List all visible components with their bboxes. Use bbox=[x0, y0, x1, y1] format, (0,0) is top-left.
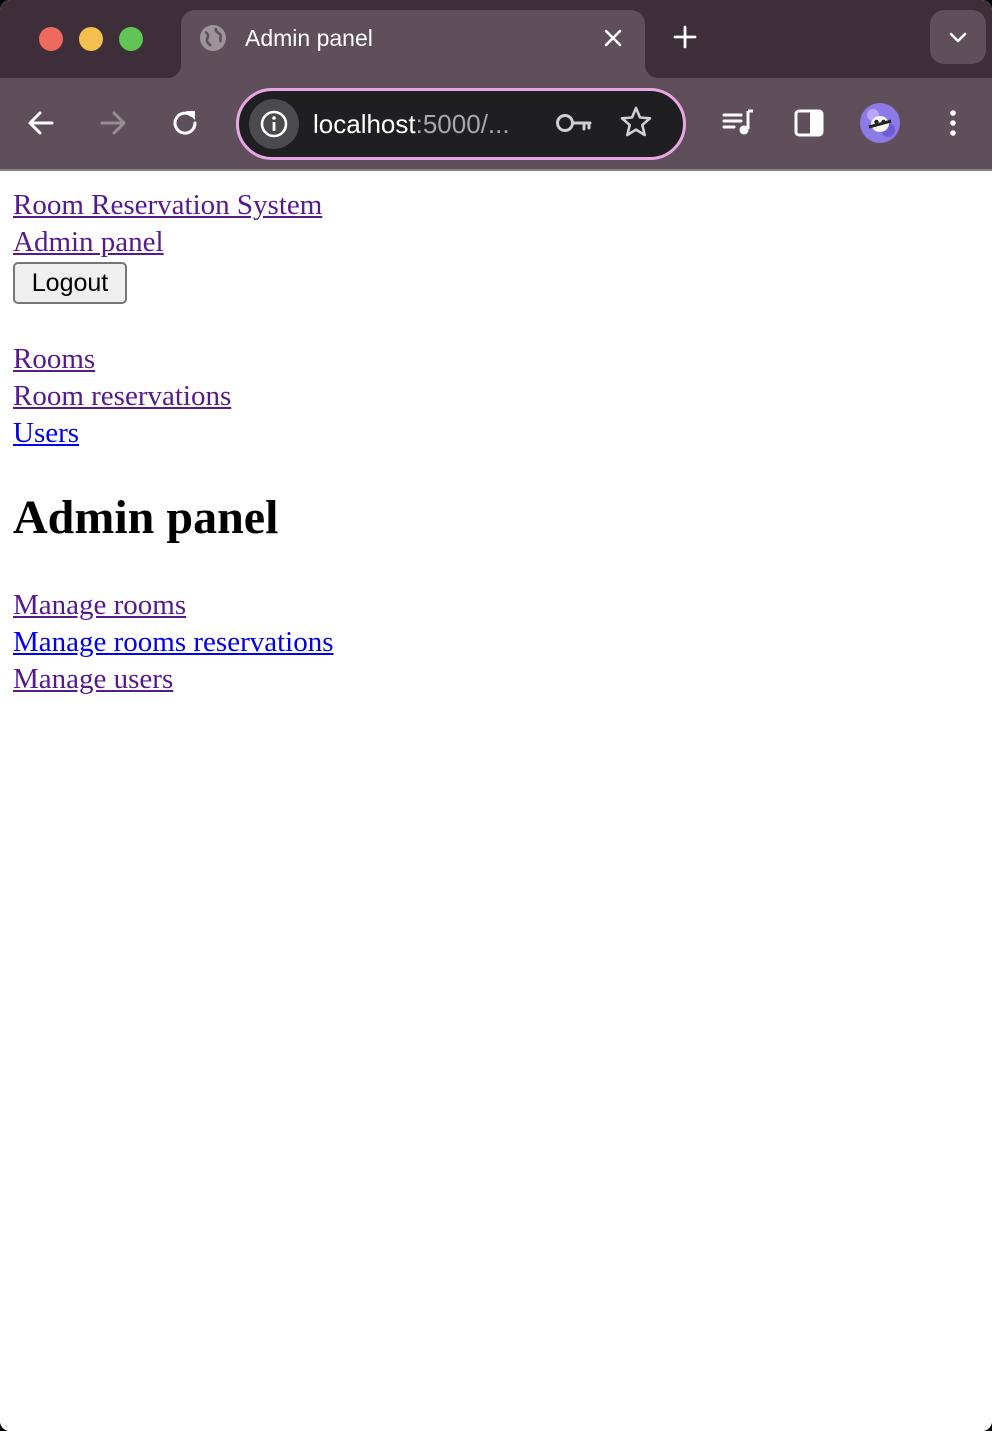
bookmark-star-icon[interactable] bbox=[619, 105, 653, 144]
nav-item-users: Users bbox=[13, 415, 79, 452]
manage-reservations-link[interactable]: Manage rooms reservations bbox=[13, 626, 334, 658]
nav-item-room-reservations: Room reservations bbox=[13, 378, 231, 415]
reload-icon bbox=[173, 111, 197, 135]
tab-strip: Admin panel bbox=[0, 0, 992, 78]
admin-link-item: Manage users bbox=[13, 661, 173, 698]
url-path: :5000/... bbox=[415, 109, 510, 139]
page-title: Admin panel bbox=[13, 491, 279, 544]
browser-window: Admin panel localhost:5000/... Room Rese… bbox=[0, 0, 992, 1431]
browser-menu-button[interactable] bbox=[933, 103, 973, 143]
logout-button[interactable]: Logout bbox=[13, 262, 127, 304]
tab-admin-panel[interactable]: Admin panel bbox=[167, 10, 659, 78]
new-tab-icon[interactable] bbox=[670, 22, 700, 52]
arrow-left-icon bbox=[28, 111, 54, 135]
nav-link-room-reservations[interactable]: Room reservations bbox=[13, 380, 231, 412]
brand-link[interactable]: Room Reservation System bbox=[13, 189, 322, 221]
nav-link-rooms[interactable]: Rooms bbox=[13, 343, 95, 375]
browser-toolbar: localhost:5000/... bbox=[0, 78, 992, 171]
forward-button[interactable] bbox=[93, 103, 133, 143]
tab-search-button[interactable] bbox=[930, 10, 986, 64]
close-window-button[interactable] bbox=[39, 27, 63, 51]
key-icon[interactable] bbox=[555, 108, 593, 143]
avatar bbox=[860, 103, 900, 143]
tab-title: Admin panel bbox=[245, 25, 373, 51]
site-header: Room Reservation System bbox=[13, 187, 322, 224]
admin-link-item: Manage rooms reservations bbox=[13, 624, 334, 661]
side-panel-button[interactable] bbox=[789, 103, 829, 143]
url-text: localhost:5000/... bbox=[313, 106, 510, 142]
playlist-music-icon bbox=[722, 109, 753, 135]
media-controls-button[interactable] bbox=[717, 103, 757, 143]
url-host: localhost bbox=[313, 109, 416, 139]
reload-button[interactable] bbox=[165, 103, 205, 143]
arrow-right-icon bbox=[100, 111, 126, 135]
profile-button[interactable] bbox=[860, 103, 900, 143]
manage-users-link[interactable]: Manage users bbox=[13, 663, 173, 695]
minimize-window-button[interactable] bbox=[79, 27, 103, 51]
zoom-window-button[interactable] bbox=[119, 27, 143, 51]
admin-panel-link[interactable]: Admin panel bbox=[13, 226, 164, 258]
page-content: Room Reservation System Admin panel Logo… bbox=[0, 171, 992, 1431]
site-info-button[interactable] bbox=[249, 99, 299, 149]
back-button[interactable] bbox=[21, 103, 61, 143]
manage-rooms-link[interactable]: Manage rooms bbox=[13, 589, 186, 621]
side-panel-icon bbox=[794, 109, 824, 137]
globe-icon bbox=[199, 24, 227, 52]
close-tab-icon[interactable] bbox=[601, 26, 625, 50]
address-bar[interactable]: localhost:5000/... bbox=[236, 88, 686, 160]
nav-item-rooms: Rooms bbox=[13, 341, 95, 378]
chevron-down-icon bbox=[949, 32, 967, 43]
kebab-menu-icon bbox=[950, 110, 956, 136]
info-icon bbox=[260, 110, 288, 138]
admin-link-item: Manage rooms bbox=[13, 587, 186, 624]
admin-link-block: Admin panel bbox=[13, 224, 164, 261]
nav-link-users[interactable]: Users bbox=[13, 417, 79, 449]
